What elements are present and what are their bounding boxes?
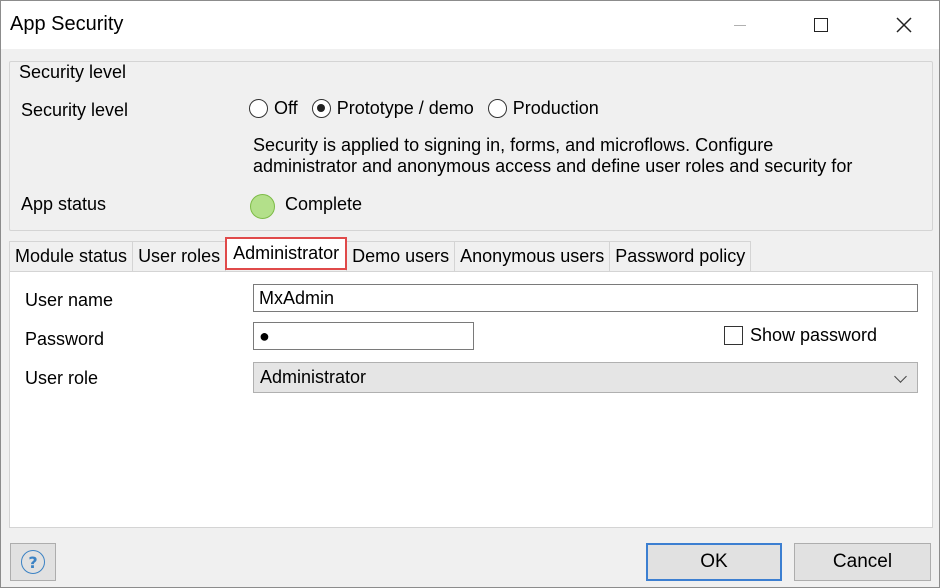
title-bar: App Security: [1, 1, 939, 49]
show-password-checkbox[interactable]: [724, 326, 743, 345]
tab-password-policy[interactable]: Password policy: [609, 241, 752, 271]
user-name-input[interactable]: MxAdmin: [253, 284, 918, 312]
user-name-label: User name: [25, 290, 114, 310]
close-icon: [896, 17, 912, 33]
security-level-label: Security level: [21, 100, 129, 120]
user-role-select[interactable]: Administrator: [253, 362, 918, 393]
security-level-group-title: Security level: [19, 62, 127, 83]
ok-button[interactable]: OK: [646, 543, 782, 581]
radio-prototype-demo-label: Prototype / demo: [336, 98, 474, 118]
security-description: Security is applied to signing in, forms…: [253, 135, 913, 179]
tab-demo-users[interactable]: Demo users: [346, 241, 456, 271]
help-button[interactable]: ?: [10, 543, 56, 581]
radio-production-label: Production: [512, 98, 599, 118]
app-status-label: App status: [21, 194, 107, 214]
password-input[interactable]: ●: [253, 322, 474, 350]
user-role-label: User role: [25, 368, 99, 388]
tab-anonymous-users[interactable]: Anonymous users: [454, 241, 611, 271]
radio-off[interactable]: Off: [249, 98, 298, 119]
help-icon: ?: [21, 550, 45, 574]
user-role-value: Administrator: [260, 367, 367, 387]
tab-user-roles[interactable]: User roles: [132, 241, 227, 271]
minimize-button[interactable]: [717, 1, 763, 49]
close-button[interactable]: [881, 1, 927, 49]
app-security-dialog: App Security Security level Security lev…: [0, 0, 940, 588]
security-level-radio-group: Off Prototype / demo Production: [249, 98, 613, 119]
maximize-icon: [814, 18, 828, 32]
minimize-icon: [734, 24, 746, 26]
radio-prototype-demo[interactable]: Prototype / demo: [311, 98, 474, 119]
radio-off-circle[interactable]: [249, 99, 268, 118]
cancel-button[interactable]: Cancel: [794, 543, 931, 581]
show-password-label: Show password: [750, 325, 878, 345]
show-password-checkbox-wrap[interactable]: Show password: [724, 325, 877, 346]
security-description-line-2: administrator and anonymous access and d…: [253, 156, 853, 176]
tab-administrator[interactable]: Administrator: [225, 237, 348, 270]
chevron-down-icon: [894, 370, 907, 383]
maximize-button[interactable]: [798, 1, 844, 49]
radio-production-circle[interactable]: [487, 99, 507, 118]
app-status-value: Complete: [285, 194, 363, 214]
status-complete-icon: [250, 194, 275, 219]
security-description-line-1: Security is applied to signing in, forms…: [253, 135, 774, 155]
tab-module-status[interactable]: Module status: [9, 241, 134, 271]
tab-strip: Module status User roles Administrator D…: [9, 237, 752, 271]
password-label: Password: [25, 329, 105, 349]
radio-production[interactable]: Production: [487, 98, 599, 119]
window-title: App Security: [10, 13, 124, 35]
radio-off-label: Off: [274, 98, 298, 118]
radio-prototype-demo-circle[interactable]: [311, 99, 331, 118]
